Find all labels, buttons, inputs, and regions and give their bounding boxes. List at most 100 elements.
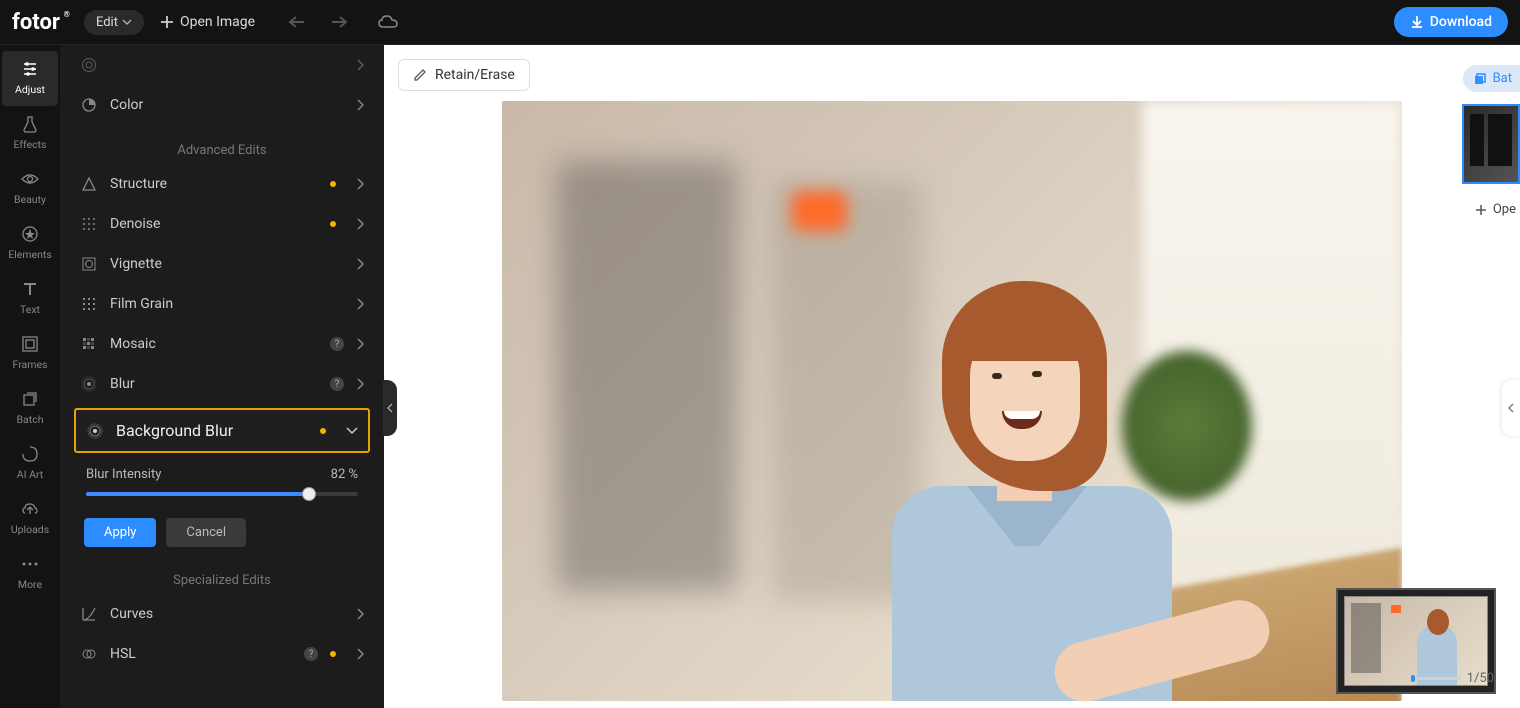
page-text: 1/50 — [1467, 671, 1494, 686]
open-image-label: Open Image — [180, 14, 255, 30]
pencil-icon — [413, 68, 427, 82]
leftnav-label: More — [18, 578, 42, 591]
hsl-icon — [80, 645, 98, 663]
row-label: Denoise — [110, 216, 318, 232]
ai-icon — [20, 444, 40, 464]
row-label: Background Blur — [116, 421, 308, 440]
panel-row-vignette[interactable]: Vignette — [60, 244, 384, 284]
chevron-right-icon — [356, 608, 364, 620]
chevron-right-icon — [356, 218, 364, 230]
more-icon — [20, 554, 40, 574]
panel-row-partial[interactable] — [60, 45, 384, 85]
retain-erase-button[interactable]: Retain/Erase — [398, 59, 530, 91]
topbar: fotor® Edit Open Image Download — [0, 0, 1520, 45]
leftnav-label: Elements — [8, 248, 52, 261]
apply-button[interactable]: Apply — [84, 518, 156, 547]
panel-row-denoise[interactable]: Denoise — [60, 204, 384, 244]
leftnav-label: Text — [20, 303, 40, 316]
open-image-button[interactable]: Open Image — [160, 14, 255, 30]
flask-icon — [20, 114, 40, 134]
chevron-down-icon — [346, 427, 358, 435]
chevron-right-icon — [356, 99, 364, 111]
leftnav-text[interactable]: Text — [2, 271, 58, 326]
retain-erase-label: Retain/Erase — [435, 67, 515, 83]
leftnav-label: Batch — [17, 413, 44, 426]
leftnav-adjust[interactable]: Adjust — [2, 51, 58, 106]
row-label: Film Grain — [110, 296, 344, 312]
leftnav-effects[interactable]: Effects — [2, 106, 58, 161]
panel-row-blur[interactable]: Blur ? — [60, 364, 384, 404]
panel-row-curves[interactable]: Curves — [60, 594, 384, 634]
panel-collapse-handle[interactable] — [383, 380, 397, 436]
slider-value: 82 % — [331, 467, 358, 482]
panel-row-background-blur[interactable]: Background Blur — [74, 408, 370, 453]
leftnav-beauty[interactable]: Beauty — [2, 161, 58, 216]
mosaic-icon — [80, 335, 98, 353]
right-expand-handle[interactable] — [1502, 380, 1520, 436]
modified-indicator — [330, 181, 336, 187]
vignette-icon — [80, 255, 98, 273]
help-icon[interactable]: ? — [330, 377, 344, 391]
slider-label: Blur Intensity — [86, 467, 161, 482]
modified-indicator — [330, 651, 336, 657]
redo-button[interactable] — [325, 8, 353, 36]
curves-icon — [80, 605, 98, 623]
row-label: Blur — [110, 376, 314, 392]
adjust-panel: Color Advanced Edits Structure Denoise V… — [60, 45, 384, 708]
panel-row-filmgrain[interactable]: Film Grain — [60, 284, 384, 324]
cancel-button[interactable]: Cancel — [166, 518, 246, 547]
panel-row-mosaic[interactable]: Mosaic ? — [60, 324, 384, 364]
batch-icon — [20, 389, 40, 409]
image-thumbnail[interactable] — [1462, 104, 1520, 184]
cloud-sync-icon[interactable] — [377, 14, 399, 30]
row-label: Mosaic — [110, 336, 314, 352]
edit-dropdown[interactable]: Edit — [84, 10, 144, 35]
leftnav: Adjust Effects Beauty Elements Text — [0, 45, 60, 708]
section-specialized-edits: Specialized Edits — [60, 555, 384, 594]
help-icon[interactable]: ? — [304, 647, 318, 661]
star-icon — [20, 224, 40, 244]
panel-row-structure[interactable]: Structure — [60, 164, 384, 204]
row-label: Color — [110, 97, 344, 113]
plus-icon — [1475, 204, 1487, 216]
chevron-down-icon — [122, 17, 132, 27]
leftnav-uploads[interactable]: Uploads — [2, 491, 58, 546]
batch-chip[interactable]: Bat — [1463, 65, 1520, 92]
leftnav-label: Adjust — [15, 83, 45, 96]
leftnav-label: Uploads — [11, 523, 49, 536]
canvas-image[interactable] — [502, 101, 1402, 701]
panel-row-hsl[interactable]: HSL ? — [60, 634, 384, 674]
leftnav-elements[interactable]: Elements — [2, 216, 58, 271]
open-chip[interactable]: Ope — [1467, 198, 1520, 221]
row-label: Structure — [110, 176, 318, 192]
download-button[interactable]: Download — [1394, 7, 1508, 37]
panel-row-color[interactable]: Color — [60, 85, 384, 125]
row-label: HSL — [110, 646, 288, 662]
chevron-right-icon — [356, 59, 364, 71]
leftnav-label: Beauty — [14, 193, 46, 206]
leftnav-more[interactable]: More — [2, 546, 58, 601]
help-icon[interactable]: ? — [330, 337, 344, 351]
main: Adjust Effects Beauty Elements Text — [0, 45, 1520, 708]
leftnav-batch[interactable]: Batch — [2, 381, 58, 436]
leftnav-aiart[interactable]: AI Art — [2, 436, 58, 491]
download-icon — [1410, 15, 1424, 29]
download-label: Download — [1430, 14, 1492, 30]
slider-thumb[interactable] — [302, 487, 316, 501]
leftnav-label: Effects — [14, 138, 47, 151]
page-scroll-indicator[interactable] — [1411, 677, 1461, 680]
logo: fotor® — [12, 10, 60, 35]
blur-icon — [86, 422, 104, 440]
blur-intensity-slider-block: Blur Intensity 82 % — [60, 463, 384, 508]
chevron-right-icon — [356, 648, 364, 660]
leftnav-frames[interactable]: Frames — [2, 326, 58, 381]
sliders-icon — [20, 59, 40, 79]
chevron-right-icon — [356, 258, 364, 270]
blur-intensity-slider[interactable] — [86, 492, 358, 496]
chevron-right-icon — [356, 378, 364, 390]
grain-icon — [80, 295, 98, 313]
undo-button[interactable] — [283, 8, 311, 36]
row-label: Curves — [110, 606, 344, 622]
modified-indicator — [320, 428, 326, 434]
chevron-right-icon — [356, 298, 364, 310]
